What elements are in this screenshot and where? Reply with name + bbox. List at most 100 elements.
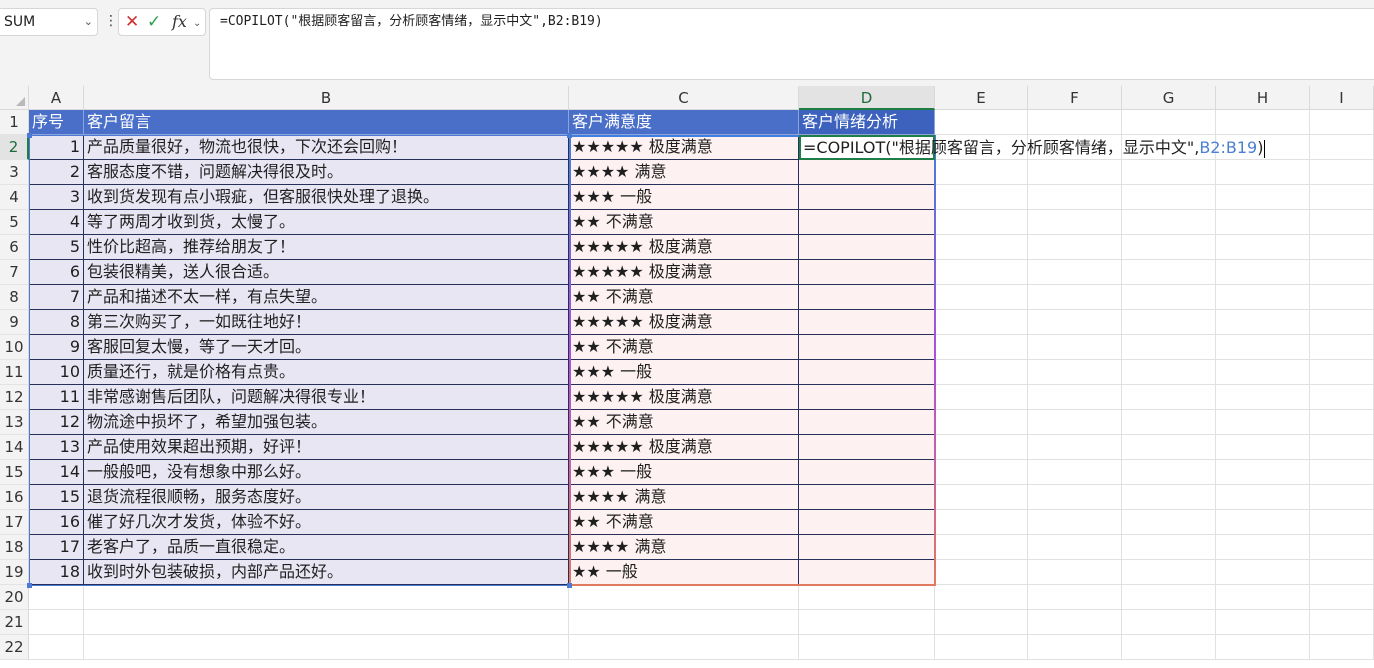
emotion-analysis-cell[interactable] <box>799 335 935 360</box>
cell[interactable] <box>1122 635 1216 660</box>
cell[interactable] <box>29 585 84 610</box>
row-header-18[interactable]: 18 <box>0 535 29 560</box>
cell[interactable] <box>1122 585 1216 610</box>
column-header-d[interactable]: D <box>799 86 935 110</box>
cell[interactable] <box>1122 260 1216 285</box>
column-header-g[interactable]: G <box>1122 86 1216 110</box>
column-header-e[interactable]: E <box>935 86 1028 110</box>
emotion-analysis-cell[interactable] <box>799 460 935 485</box>
cell[interactable] <box>1028 435 1122 460</box>
cell[interactable] <box>1122 335 1216 360</box>
cell[interactable] <box>1028 185 1122 210</box>
cell[interactable] <box>799 610 935 635</box>
cell[interactable] <box>935 160 1028 185</box>
satisfaction-cell[interactable]: ★★★★★ 极度满意 <box>569 235 799 260</box>
emotion-analysis-cell[interactable] <box>799 485 935 510</box>
emotion-analysis-cell[interactable] <box>799 510 935 535</box>
cell[interactable] <box>1122 460 1216 485</box>
row-header-4[interactable]: 4 <box>0 185 29 210</box>
cell[interactable] <box>1028 635 1122 660</box>
cell[interactable] <box>1310 160 1374 185</box>
cell[interactable] <box>1028 210 1122 235</box>
emotion-analysis-cell[interactable] <box>799 435 935 460</box>
range-resize-handle[interactable] <box>27 583 32 588</box>
cell[interactable] <box>1310 285 1374 310</box>
satisfaction-cell[interactable]: ★★★★ 满意 <box>569 535 799 560</box>
row-header-17[interactable]: 17 <box>0 510 29 535</box>
table-header-cell[interactable]: 客户满意度 <box>569 110 799 135</box>
cell[interactable] <box>1310 210 1374 235</box>
cell[interactable] <box>1310 235 1374 260</box>
emotion-analysis-cell[interactable] <box>799 210 935 235</box>
cell[interactable] <box>1310 510 1374 535</box>
customer-comment-cell[interactable]: 老客户了，品质一直很稳定。 <box>84 535 569 560</box>
row-header-12[interactable]: 12 <box>0 385 29 410</box>
active-cell-editor[interactable]: =COPILOT("根据顾客留言，分析顾客情绪，显示中文",B2:B19) <box>799 135 1266 160</box>
emotion-analysis-cell[interactable] <box>799 360 935 385</box>
customer-comment-cell[interactable]: 产品和描述不太一样，有点失望。 <box>84 285 569 310</box>
name-box[interactable]: SUM ⌄ <box>0 8 98 36</box>
row-header-15[interactable]: 15 <box>0 460 29 485</box>
cell[interactable] <box>935 435 1028 460</box>
row-header-3[interactable]: 3 <box>0 160 29 185</box>
chevron-down-icon[interactable]: ⌄ <box>84 9 93 35</box>
customer-comment-cell[interactable]: 第三次购买了，一如既往地好！ <box>84 310 569 335</box>
serial-number-cell[interactable]: 16 <box>29 510 84 535</box>
range-resize-handle[interactable] <box>27 133 32 138</box>
cell[interactable] <box>1028 510 1122 535</box>
cell[interactable] <box>1310 535 1374 560</box>
cell[interactable] <box>1216 285 1310 310</box>
cell[interactable] <box>1122 410 1216 435</box>
row-header-21[interactable]: 21 <box>0 610 29 635</box>
confirm-icon[interactable]: ✓ <box>147 11 161 33</box>
cell[interactable] <box>1310 610 1374 635</box>
cell[interactable] <box>935 260 1028 285</box>
emotion-analysis-cell[interactable] <box>799 235 935 260</box>
cell[interactable] <box>1028 285 1122 310</box>
serial-number-cell[interactable]: 14 <box>29 460 84 485</box>
customer-comment-cell[interactable]: 产品使用效果超出预期，好评！ <box>84 435 569 460</box>
cell[interactable] <box>1028 535 1122 560</box>
serial-number-cell[interactable]: 18 <box>29 560 84 585</box>
emotion-analysis-cell[interactable] <box>799 260 935 285</box>
cell[interactable] <box>935 585 1028 610</box>
satisfaction-cell[interactable]: ★★★ 一般 <box>569 460 799 485</box>
customer-comment-cell[interactable]: 产品质量很好，物流也很快，下次还会回购！ <box>84 135 569 160</box>
satisfaction-cell[interactable]: ★★★ 一般 <box>569 185 799 210</box>
cell[interactable] <box>1310 435 1374 460</box>
column-header-c[interactable]: C <box>569 86 799 110</box>
cell[interactable] <box>799 635 935 660</box>
serial-number-cell[interactable]: 4 <box>29 210 84 235</box>
cell[interactable] <box>1122 185 1216 210</box>
cell[interactable] <box>1122 160 1216 185</box>
customer-comment-cell[interactable]: 非常感谢售后团队，问题解决得很专业！ <box>84 385 569 410</box>
cell[interactable] <box>1216 560 1310 585</box>
more-options-icon[interactable]: ⋮ <box>104 12 118 30</box>
satisfaction-cell[interactable]: ★★★★★ 极度满意 <box>569 385 799 410</box>
cell[interactable] <box>935 235 1028 260</box>
cell[interactable] <box>1028 260 1122 285</box>
row-header-10[interactable]: 10 <box>0 335 29 360</box>
formula-input[interactable]: =COPILOT("根据顾客留言，分析顾客情绪，显示中文",B2:B19) <box>209 8 1374 80</box>
column-header-b[interactable]: B <box>84 86 569 110</box>
cell[interactable] <box>84 585 569 610</box>
cell[interactable] <box>569 635 799 660</box>
satisfaction-cell[interactable]: ★★★ 一般 <box>569 360 799 385</box>
customer-comment-cell[interactable]: 收到货发现有点小瑕疵，但客服很快处理了退换。 <box>84 185 569 210</box>
cell[interactable] <box>1028 485 1122 510</box>
satisfaction-cell[interactable]: ★★★★★ 极度满意 <box>569 260 799 285</box>
cell[interactable] <box>1216 635 1310 660</box>
column-header-i[interactable]: I <box>1310 86 1374 110</box>
cell[interactable] <box>935 460 1028 485</box>
cell[interactable] <box>1310 110 1374 135</box>
table-header-cell[interactable]: 客户留言 <box>84 110 569 135</box>
cell[interactable] <box>1310 635 1374 660</box>
row-header-9[interactable]: 9 <box>0 310 29 335</box>
column-header-a[interactable]: A <box>29 86 84 110</box>
cell[interactable] <box>1122 535 1216 560</box>
customer-comment-cell[interactable]: 退货流程很顺畅，服务态度好。 <box>84 485 569 510</box>
cell[interactable] <box>935 610 1028 635</box>
serial-number-cell[interactable]: 5 <box>29 235 84 260</box>
cell[interactable] <box>1028 560 1122 585</box>
cell[interactable] <box>1216 460 1310 485</box>
